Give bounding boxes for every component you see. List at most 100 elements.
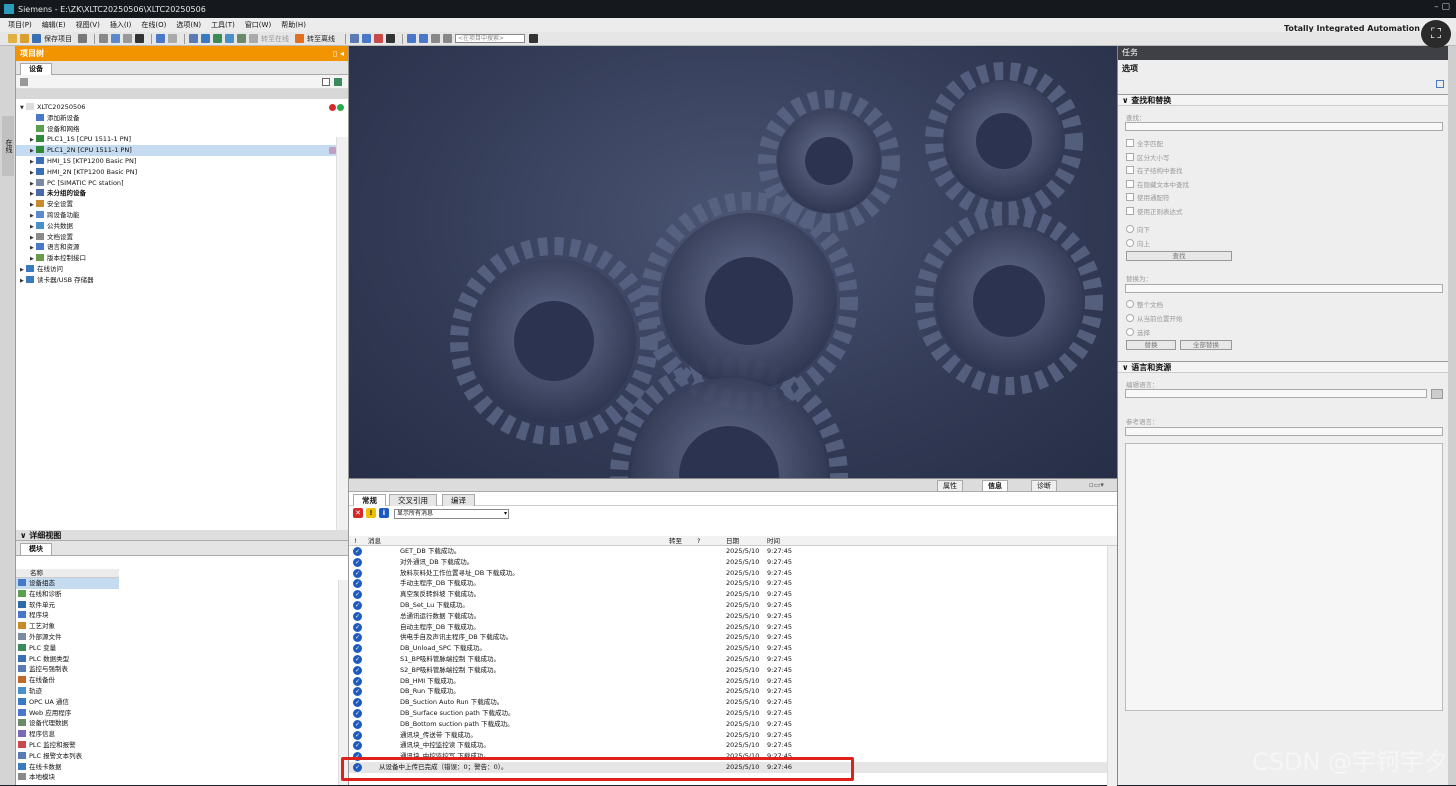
col-help[interactable]: ? <box>697 536 700 546</box>
project-search-input[interactable]: <在项目中搜索> <box>455 34 525 43</box>
check-wildcards[interactable]: 使用通配符 <box>1126 192 1170 202</box>
message-row[interactable]: ✓通讯块_中控监控读 下载成功。2025/5/109:27:45 <box>349 740 1107 751</box>
tree-item[interactable]: ▶公共数据 <box>16 221 348 232</box>
message-row[interactable]: ✓DB_Surface suction path 下载成功。2025/5/109… <box>349 708 1107 719</box>
message-row[interactable]: ✓自动主程序_DB 下载成功。2025/5/109:27:45 <box>349 622 1107 633</box>
message-filter-select[interactable]: 显示所有消息▾ <box>394 509 509 519</box>
tree-item[interactable]: ▶读卡器/USB 存储器 <box>16 275 348 286</box>
tab-compile[interactable]: 编译 <box>442 494 475 506</box>
split-editor-icon[interactable] <box>189 34 198 43</box>
message-row[interactable]: ✓供电手自及声讯主程序_DB 下载成功。2025/5/109:27:45 <box>349 632 1107 643</box>
col-goto[interactable]: 转至 <box>669 536 682 546</box>
window-controls[interactable]: – ▢ <box>1434 2 1450 12</box>
minimize-icon[interactable] <box>443 34 452 43</box>
left-vtab-online[interactable]: 在线 <box>2 116 14 176</box>
message-row[interactable]: ✓DB_HMI 下载成功。2025/5/109:27:45 <box>349 676 1107 687</box>
details-item[interactable]: 程序信息 <box>16 729 348 740</box>
tab-modules[interactable]: 模块 <box>20 543 52 555</box>
new-project-icon[interactable] <box>8 34 17 43</box>
radio-down[interactable]: 向下 <box>1126 224 1150 234</box>
tree-item[interactable]: 添加新设备 <box>16 113 348 124</box>
simulation-icon[interactable] <box>237 34 246 43</box>
paste-icon[interactable] <box>123 34 132 43</box>
tree-item[interactable]: ▶在线访问 <box>16 264 348 275</box>
menu-edit[interactable]: 编辑(E) <box>42 20 66 30</box>
go-offline-icon[interactable] <box>295 34 304 43</box>
stop-cpu-icon[interactable] <box>374 34 383 43</box>
details-item[interactable]: 软件单元 <box>16 600 348 611</box>
menu-help[interactable]: 帮助(H) <box>281 20 306 30</box>
tab-general[interactable]: 常规 <box>353 494 386 506</box>
tree-item[interactable]: ▶未分组的设备 <box>16 188 348 199</box>
details-item[interactable]: PLC 数据类型 <box>16 654 348 665</box>
details-item[interactable]: 在线卡数据 <box>16 762 348 773</box>
details-item[interactable]: 在线和诊断 <box>16 589 348 600</box>
find-input[interactable] <box>1125 122 1443 131</box>
radio-selection[interactable]: 选择 <box>1126 327 1150 337</box>
details-item[interactable]: 轨迹 <box>16 686 348 697</box>
replace-input[interactable] <box>1125 284 1443 293</box>
split-vertical-icon[interactable] <box>419 34 428 43</box>
col-message[interactable]: 消息 <box>368 536 381 546</box>
tree-item[interactable]: ▶文档设置 <box>16 232 348 243</box>
menu-insert[interactable]: 插入(I) <box>110 20 132 30</box>
cut-icon[interactable] <box>99 34 108 43</box>
radio-up[interactable]: 向上 <box>1126 238 1150 248</box>
details-col-name[interactable]: 名称 <box>16 569 119 578</box>
details-item[interactable]: Web 应用程序 <box>16 708 348 719</box>
languages-header[interactable]: ∨ 语言和资源 <box>1118 361 1448 373</box>
message-row[interactable]: ✓DB_Bottom suction path 下载成功。2025/5/109:… <box>349 719 1107 730</box>
message-row[interactable]: ✓S1_BP吸料管脉端控制 下载成功。2025/5/109:27:45 <box>349 654 1107 665</box>
message-row[interactable]: ✓对外通讯_DB 下载成功。2025/5/109:27:45 <box>349 557 1107 568</box>
message-row[interactable]: ✓放料灰料处工作位置寻址_DB 下载成功。2025/5/109:27:45 <box>349 568 1107 579</box>
edit-language-select[interactable] <box>1125 389 1427 398</box>
check-match-case[interactable]: 区分大小写 <box>1126 152 1170 162</box>
maximize-icon[interactable] <box>431 34 440 43</box>
tree-view-icon[interactable] <box>20 78 28 86</box>
screenshot-tool-icon[interactable]: ⛶ <box>1421 20 1451 48</box>
copy-icon[interactable] <box>111 34 120 43</box>
save-icon[interactable] <box>32 34 41 43</box>
inspector-window-controls[interactable]: ▫▭▾ <box>1089 481 1104 489</box>
message-row[interactable]: ✓DB_Unload_SPC 下载成功。2025/5/109:27:45 <box>349 643 1107 654</box>
menu-project[interactable]: 项目(P) <box>8 20 32 30</box>
tab-devices[interactable]: 设备 <box>20 63 52 75</box>
tree-item[interactable]: ▶语言和资源 <box>16 242 348 253</box>
tree-scrollbar[interactable] <box>336 137 348 530</box>
tree-item[interactable]: 设备和网络 <box>16 124 348 135</box>
error-filter-icon[interactable]: ✕ <box>353 508 363 518</box>
accessible-devices-icon[interactable] <box>350 34 359 43</box>
tree-item[interactable]: ▶HMI_1S [KTP1200 Basic PN] <box>16 156 348 167</box>
binoculars-icon[interactable] <box>529 34 538 43</box>
details-item[interactable]: PLC 监控和报警 <box>16 740 348 751</box>
tree-item[interactable]: ▶PC [SIMATIC PC station] <box>16 178 348 189</box>
details-item[interactable]: OPC UA 通信 <box>16 697 348 708</box>
message-row[interactable]: ✓真空泵反转斜坡 下载成功。2025/5/109:27:45 <box>349 589 1107 600</box>
replace-all-button[interactable]: 全部替换 <box>1180 340 1232 350</box>
tree-item[interactable]: ▶PLC1_1S [CPU 1511-1 PN] <box>16 134 348 145</box>
message-row[interactable]: ✓DB_Set_Lu 下载成功。2025/5/109:27:45 <box>349 600 1107 611</box>
tab-info[interactable]: 信息 <box>982 480 1008 492</box>
language-settings-icon[interactable] <box>1431 389 1443 399</box>
check-substructures[interactable]: 在子结构中查找 <box>1126 165 1183 175</box>
tree-item[interactable]: ▶跨设备功能 <box>16 210 348 221</box>
details-item[interactable]: 在线备份 <box>16 675 348 686</box>
details-item[interactable]: 本地模块 <box>16 772 348 783</box>
compile-icon[interactable] <box>201 34 210 43</box>
menu-tools[interactable]: 工具(T) <box>211 20 235 30</box>
col-date[interactable]: 日期 <box>726 536 739 546</box>
message-row[interactable]: ✓S2_BP吸料管脉端控制 下载成功。2025/5/109:27:45 <box>349 665 1107 676</box>
message-row[interactable]: ✓通讯块_传送带 下载成功。2025/5/109:27:45 <box>349 730 1107 741</box>
replace-button[interactable]: 替换 <box>1126 340 1176 350</box>
split-horizontal-icon[interactable] <box>407 34 416 43</box>
upload-icon[interactable] <box>225 34 234 43</box>
details-item[interactable]: 工艺对象 <box>16 621 348 632</box>
radio-from-current[interactable]: 从当前位置开始 <box>1126 313 1183 323</box>
cross-reference-icon[interactable] <box>386 34 395 43</box>
radio-whole-doc[interactable]: 整个文档 <box>1126 299 1163 309</box>
message-scrollbar[interactable] <box>1107 546 1117 786</box>
go-online-button[interactable]: 转至在线 <box>261 34 289 44</box>
reference-language-select[interactable] <box>1125 427 1443 436</box>
tree-item[interactable]: ▶PLC1_2N [CPU 1511-1 PN] <box>16 145 348 156</box>
delete-icon[interactable] <box>135 34 144 43</box>
